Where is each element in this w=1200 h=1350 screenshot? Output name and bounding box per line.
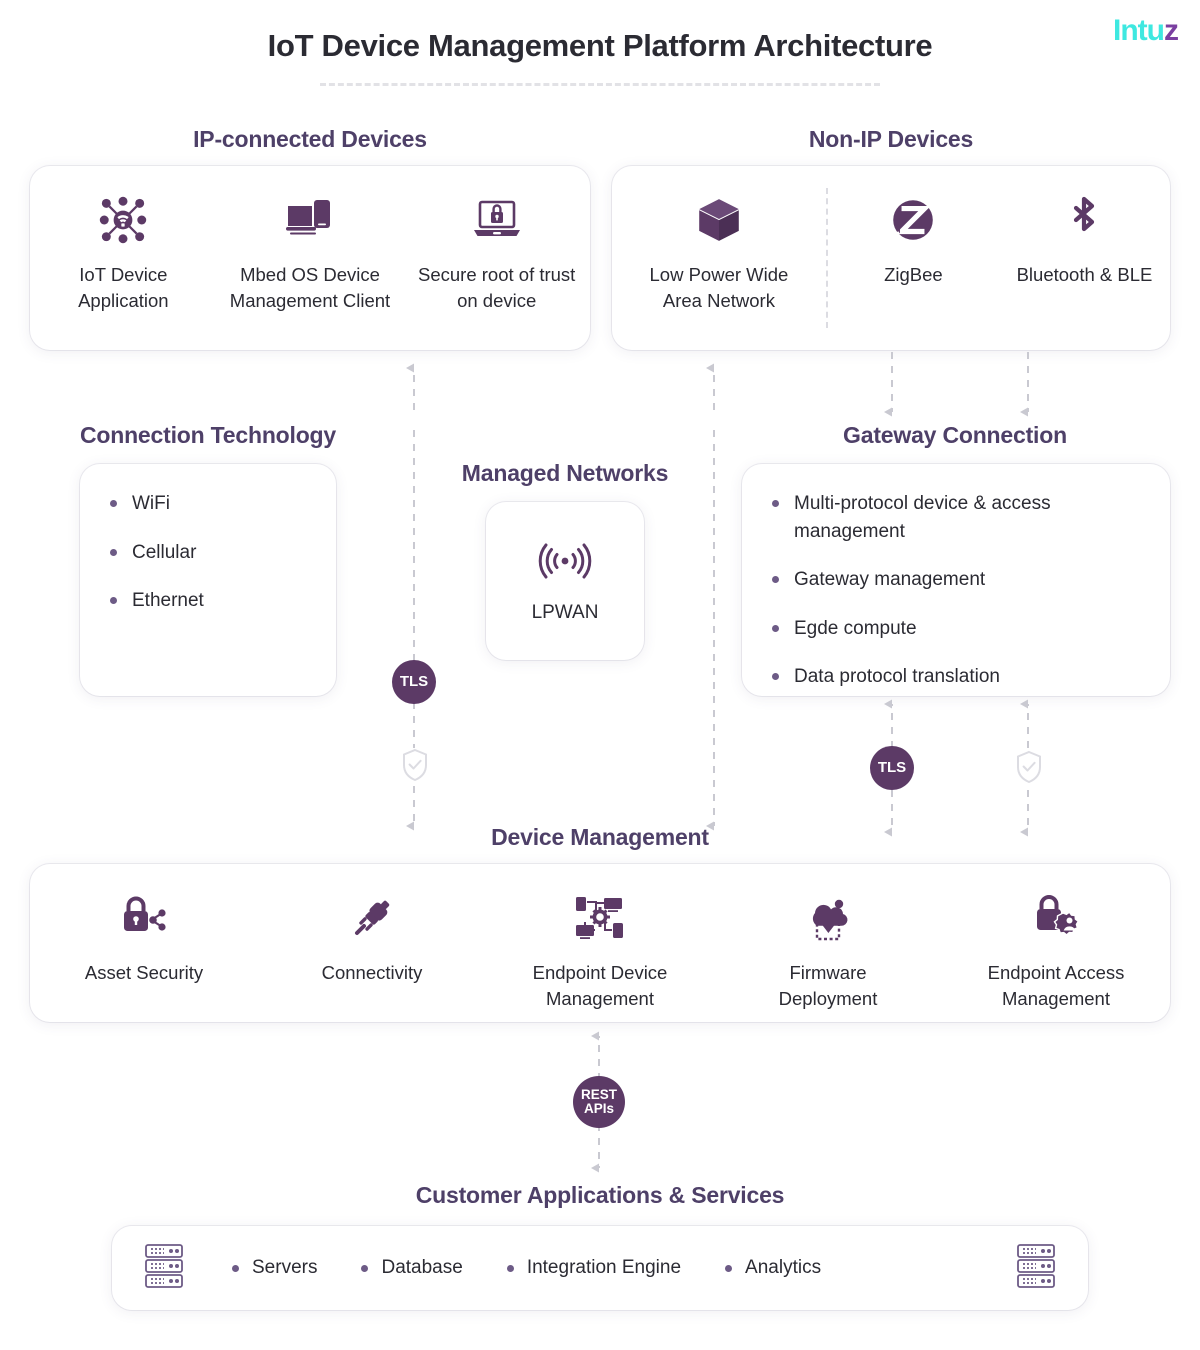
shield-check-icon-left [401,748,429,787]
tls-badge-left[interactable]: TLS [392,660,436,704]
shield-check-icon-right [1015,750,1043,789]
rest-apis-badge[interactable]: REST APIs [573,1076,625,1128]
tls-badge-right[interactable]: TLS [870,746,914,790]
rest-apis-line-1: REST [580,1086,617,1102]
rest-apis-line-2: APIs [583,1101,614,1116]
connector-layer [406,352,1029,1173]
